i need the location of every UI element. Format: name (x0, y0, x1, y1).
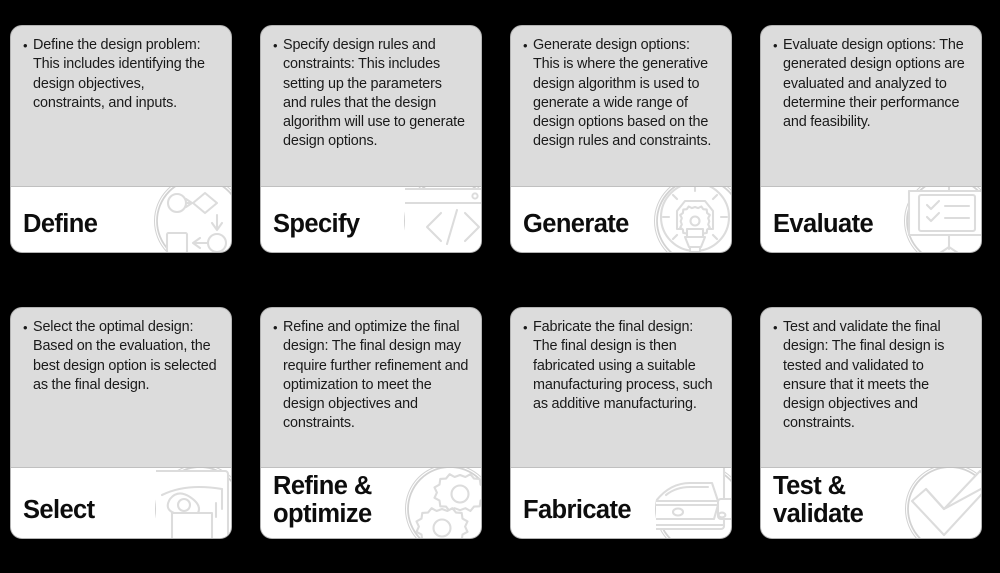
card-title: Evaluate (773, 210, 874, 238)
card-body-test-validate: • Test and validate the final design: Th… (761, 308, 981, 467)
bullet-dot-icon: • (523, 320, 528, 335)
card-cell-refine-optimize: • Refine and optimize the final design: … (250, 285, 500, 573)
card-description: Define the design problem: This includes… (33, 37, 205, 111)
card-footer-fabricate: Fabricate (511, 467, 731, 538)
card-cell-fabricate: • Fabricate the final design: The final … (500, 285, 750, 573)
process-cards-board: • Define the design problem: This includ… (0, 0, 1000, 573)
bullet-item: • Specify design rules and constraints: … (273, 36, 469, 152)
card-description: Fabricate the final design: The final de… (533, 319, 713, 413)
machine-fabrication-icon (655, 468, 731, 538)
card-cell-test-validate: • Test and validate the final design: Th… (750, 285, 1000, 573)
bullet-item: • Evaluate design options: The generated… (773, 36, 969, 132)
card-body-specify: • Specify design rules and constraints: … (261, 26, 481, 186)
cursor-select-icon (155, 468, 231, 538)
card-footer-refine-optimize: Refine & optimize (261, 467, 481, 538)
card-title: Select (23, 496, 95, 524)
process-card-generate[interactable]: • Generate design options: This is where… (510, 25, 732, 253)
card-description: Evaluate design options: The generated d… (783, 37, 965, 131)
card-footer-specify: Specify (261, 186, 481, 252)
cards-grid: • Define the design problem: This includ… (0, 0, 1000, 573)
card-cell-evaluate: • Evaluate design options: The generated… (750, 0, 1000, 285)
process-card-select[interactable]: • Select the optimal design: Based on th… (10, 307, 232, 539)
card-body-evaluate: • Evaluate design options: The generated… (761, 26, 981, 186)
card-footer-test-validate: Test & validate (761, 467, 981, 538)
process-card-define[interactable]: • Define the design problem: This includ… (10, 25, 232, 253)
card-title: Generate (523, 210, 629, 238)
card-body-define: • Define the design problem: This includ… (11, 26, 231, 186)
card-body-generate: • Generate design options: This is where… (511, 26, 731, 186)
bullet-item: • Fabricate the final design: The final … (523, 318, 719, 414)
process-card-specify[interactable]: • Specify design rules and constraints: … (260, 25, 482, 253)
process-card-fabricate[interactable]: • Fabricate the final design: The final … (510, 307, 732, 539)
bullet-dot-icon: • (23, 320, 28, 335)
bullet-dot-icon: • (273, 38, 278, 53)
card-cell-generate: • Generate design options: This is where… (500, 0, 750, 285)
card-body-select: • Select the optimal design: Based on th… (11, 308, 231, 467)
bullet-item: • Test and validate the final design: Th… (773, 318, 969, 434)
card-body-fabricate: • Fabricate the final design: The final … (511, 308, 731, 467)
code-brackets-icon (404, 187, 481, 252)
card-title: Refine & optimize (273, 472, 372, 528)
flow-diagram-icon (154, 187, 231, 252)
card-cell-define: • Define the design problem: This includ… (0, 0, 250, 285)
card-title: Specify (273, 210, 360, 238)
card-cell-specify: • Specify design rules and constraints: … (250, 0, 500, 285)
card-description: Test and validate the final design: The … (783, 319, 945, 432)
gear-dial-icon (654, 187, 731, 252)
bullet-dot-icon: • (773, 38, 778, 53)
card-title: Fabricate (523, 496, 632, 524)
card-footer-select: Select (11, 467, 231, 538)
card-title: Test & validate (773, 472, 864, 528)
card-description: Select the optimal design: Based on the … (33, 319, 217, 393)
bullet-item: • Select the optimal design: Based on th… (23, 318, 219, 395)
card-description: Refine and optimize the final design: Th… (283, 319, 469, 432)
bullet-item: • Generate design options: This is where… (523, 36, 719, 152)
bullet-dot-icon: • (773, 320, 778, 335)
card-description: Generate design options: This is where t… (533, 37, 712, 150)
card-description: Specify design rules and constraints: Th… (283, 37, 465, 150)
card-footer-generate: Generate (511, 186, 731, 252)
bullet-dot-icon: • (23, 38, 28, 53)
card-cell-select: • Select the optimal design: Based on th… (0, 285, 250, 573)
process-card-refine-optimize[interactable]: • Refine and optimize the final design: … (260, 307, 482, 539)
checkmark-icon (905, 468, 981, 538)
bullet-dot-icon: • (523, 38, 528, 53)
bullet-dot-icon: • (273, 320, 278, 335)
gears-icon (405, 468, 481, 538)
process-card-test-validate[interactable]: • Test and validate the final design: Th… (760, 307, 982, 539)
presentation-checklist-icon (904, 187, 981, 252)
bullet-item: • Refine and optimize the final design: … (273, 318, 469, 434)
card-title: Define (23, 210, 98, 238)
process-card-evaluate[interactable]: • Evaluate design options: The generated… (760, 25, 982, 253)
bullet-item: • Define the design problem: This includ… (23, 36, 219, 113)
card-footer-evaluate: Evaluate (761, 186, 981, 252)
card-body-refine-optimize: • Refine and optimize the final design: … (261, 308, 481, 467)
card-footer-define: Define (11, 186, 231, 252)
